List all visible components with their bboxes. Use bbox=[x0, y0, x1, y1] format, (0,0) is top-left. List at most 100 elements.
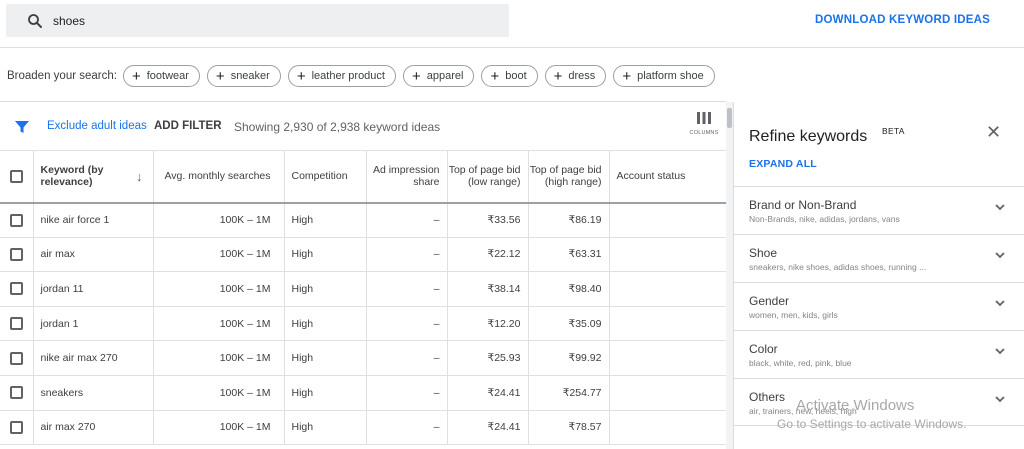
search-bar[interactable]: shoes bbox=[6, 4, 509, 37]
header-ad-impression-share[interactable]: Ad impression share bbox=[366, 150, 448, 204]
section-title: Shoe bbox=[749, 246, 778, 260]
select-all-checkbox[interactable] bbox=[9, 169, 23, 183]
cell-competition: High bbox=[284, 202, 367, 238]
search-input[interactable]: shoes bbox=[53, 14, 85, 28]
row-checkbox[interactable] bbox=[9, 213, 23, 227]
cell-bid-high: ₹254.77 bbox=[528, 375, 610, 411]
row-checkbox[interactable] bbox=[9, 386, 23, 400]
header-account-status[interactable]: Account status bbox=[609, 150, 726, 204]
chevron-down-icon bbox=[995, 204, 1005, 211]
cell-competition: High bbox=[284, 410, 367, 446]
table-row: nike air force 1 100K – 1M High – ₹33.56… bbox=[0, 202, 726, 238]
chip-boot[interactable]: + boot bbox=[481, 65, 538, 87]
cell-ad-impression: – bbox=[366, 237, 448, 273]
table-row: jordan 11 100K – 1M High – ₹38.14 ₹98.40 bbox=[0, 271, 726, 307]
chip-label: leather product bbox=[311, 70, 385, 82]
plus-icon: + bbox=[490, 67, 500, 85]
sort-down-icon: ↓ bbox=[136, 168, 143, 184]
add-filter-button[interactable]: ADD FILTER bbox=[154, 120, 222, 132]
header-avg-monthly-searches[interactable]: Avg. monthly searches bbox=[153, 150, 285, 204]
close-icon[interactable]: ✕ bbox=[986, 122, 1001, 143]
cell-keyword: sneakers bbox=[33, 375, 154, 411]
chip-footwear[interactable]: + footwear bbox=[122, 65, 200, 87]
row-checkbox[interactable] bbox=[9, 317, 23, 331]
chip-sneaker[interactable]: + sneaker bbox=[206, 65, 281, 87]
table-row: sneakers 100K – 1M High – ₹24.41 ₹254.77 bbox=[0, 375, 726, 411]
header-keyword[interactable]: Keyword (by relevance) ↓ bbox=[33, 150, 154, 204]
exclude-adult-ideas-link[interactable]: Exclude adult ideas bbox=[47, 120, 147, 132]
filter-icon[interactable] bbox=[14, 119, 30, 135]
cell-avg: 100K – 1M bbox=[153, 271, 285, 307]
chip-apparel[interactable]: + apparel bbox=[402, 65, 475, 87]
cell-bid-low: ₹12.20 bbox=[447, 306, 529, 342]
activate-windows-subtext: Go to Settings to activate Windows. bbox=[777, 417, 967, 431]
cell-competition: High bbox=[284, 271, 367, 307]
broaden-label: Broaden your search: bbox=[7, 70, 117, 82]
row-checkbox[interactable] bbox=[9, 282, 23, 296]
table-row: air max 270 100K – 1M High – ₹24.41 ₹78.… bbox=[0, 410, 726, 446]
keyword-table: Keyword (by relevance) ↓ Avg. monthly sea… bbox=[0, 150, 726, 446]
cell-avg: 100K – 1M bbox=[153, 202, 285, 238]
beta-badge: BETA bbox=[882, 126, 905, 136]
cell-ad-impression: – bbox=[366, 306, 448, 342]
header-bid-high[interactable]: Top of page bid (high range) bbox=[528, 150, 610, 204]
cell-avg: 100K – 1M bbox=[153, 306, 285, 342]
results-count: Showing 2,930 of 2,938 keyword ideas bbox=[234, 120, 441, 134]
cell-keyword: air max 270 bbox=[33, 410, 154, 446]
cell-account-status bbox=[609, 410, 726, 446]
cell-competition: High bbox=[284, 340, 367, 376]
table-header-row: Keyword (by relevance) ↓ Avg. monthly sea… bbox=[0, 150, 726, 204]
cell-keyword: air max bbox=[33, 237, 154, 273]
cell-avg: 100K – 1M bbox=[153, 340, 285, 376]
section-subtitle: Non-Brands, nike, adidas, jordans, vans bbox=[749, 214, 900, 224]
section-subtitle: sneakers, nike shoes, adidas shoes, runn… bbox=[749, 262, 927, 272]
plus-icon: + bbox=[411, 67, 421, 85]
broaden-search: Broaden your search: + footwear + sneaker … bbox=[7, 65, 722, 87]
expand-all-button[interactable]: EXPAND ALL bbox=[749, 158, 817, 170]
chip-label: footwear bbox=[146, 70, 189, 82]
cell-bid-high: ₹86.19 bbox=[528, 202, 610, 238]
chevron-down-icon bbox=[995, 396, 1005, 403]
chevron-down-icon bbox=[995, 348, 1005, 355]
refine-section-brand[interactable]: Brand or Non-Brand Non-Brands, nike, adi… bbox=[734, 186, 1024, 234]
cell-account-status bbox=[609, 202, 726, 238]
table-toolbar: Exclude adult ideas ADD FILTER Showing 2… bbox=[0, 102, 726, 150]
chip-leather-product[interactable]: + leather product bbox=[287, 65, 396, 87]
cell-account-status bbox=[609, 340, 726, 376]
header-bid-low[interactable]: Top of page bid (low range) bbox=[447, 150, 529, 204]
cell-bid-high: ₹35.09 bbox=[528, 306, 610, 342]
cell-keyword: nike air force 1 bbox=[33, 202, 154, 238]
row-checkbox[interactable] bbox=[9, 247, 23, 261]
cell-bid-low: ₹24.41 bbox=[447, 375, 529, 411]
search-icon bbox=[28, 13, 42, 28]
download-keyword-ideas-button[interactable]: DOWNLOAD KEYWORD IDEAS bbox=[815, 14, 990, 26]
cell-keyword: jordan 11 bbox=[33, 271, 154, 307]
cell-bid-low: ₹24.41 bbox=[447, 410, 529, 446]
chip-dress[interactable]: + dress bbox=[544, 65, 607, 87]
section-title: Brand or Non-Brand bbox=[749, 198, 857, 212]
row-select-cell bbox=[0, 271, 34, 307]
cell-account-status bbox=[609, 271, 726, 307]
cell-competition: High bbox=[284, 306, 367, 342]
scrollbar-thumb[interactable] bbox=[727, 108, 732, 128]
plus-icon: + bbox=[553, 67, 563, 85]
cell-competition: High bbox=[284, 237, 367, 273]
header-keyword-label: Keyword (by relevance) bbox=[40, 164, 104, 189]
columns-button[interactable]: COLUMNS bbox=[687, 112, 721, 136]
section-title: Color bbox=[749, 342, 778, 356]
row-checkbox[interactable] bbox=[9, 351, 23, 365]
cell-account-status bbox=[609, 375, 726, 411]
table-row: nike air max 270 100K – 1M High – ₹25.93… bbox=[0, 340, 726, 376]
refine-section-gender[interactable]: Gender women, men, kids, girls bbox=[734, 282, 1024, 330]
chip-platform-shoe[interactable]: + platform shoe bbox=[613, 65, 715, 87]
refine-section-shoe[interactable]: Shoe sneakers, nike shoes, adidas shoes,… bbox=[734, 234, 1024, 282]
select-all-cell bbox=[0, 150, 34, 204]
refine-section-color[interactable]: Color black, white, red, pink, blue bbox=[734, 330, 1024, 378]
header-competition[interactable]: Competition bbox=[284, 150, 367, 204]
row-checkbox[interactable] bbox=[9, 420, 23, 434]
chip-label: platform shoe bbox=[637, 70, 704, 82]
scrollbar-track[interactable] bbox=[726, 102, 733, 449]
cell-ad-impression: – bbox=[366, 410, 448, 446]
cell-bid-low: ₹33.56 bbox=[447, 202, 529, 238]
chip-label: apparel bbox=[426, 70, 464, 82]
